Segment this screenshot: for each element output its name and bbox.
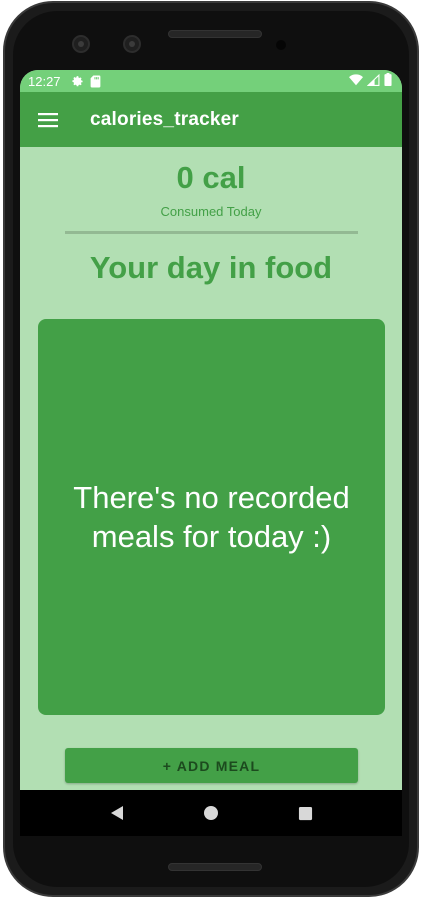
front-camera-right (123, 35, 141, 53)
divider (65, 231, 358, 234)
app-bar: calories_tracker (20, 92, 402, 147)
status-icons-right (349, 73, 392, 89)
calories-consumed-value: 0 cal (176, 160, 246, 195)
bottom-speaker (168, 863, 262, 871)
status-time: 12:27 (28, 73, 61, 89)
settings-gear-icon (71, 75, 84, 88)
app-screen: 12:27 calories_tracker 0 cal Consumed To… (20, 70, 402, 790)
add-meal-button[interactable]: + ADD MEAL (65, 748, 358, 783)
proximity-sensor (276, 40, 286, 50)
calories-consumed-label: Consumed Today (160, 204, 262, 219)
system-nav-bar (20, 790, 402, 836)
status-bar: 12:27 (20, 70, 402, 92)
recents-icon[interactable] (285, 793, 325, 833)
hamburger-menu-icon[interactable] (20, 92, 76, 147)
empty-meals-message: There's no recorded meals for today :) (73, 480, 350, 554)
section-title: Your day in food (89, 250, 333, 285)
wifi-icon (349, 73, 363, 89)
battery-icon (384, 73, 392, 89)
signal-icon (366, 73, 380, 89)
home-icon[interactable] (191, 793, 231, 833)
app-title: calories_tracker (90, 108, 239, 130)
sd-card-icon (90, 75, 101, 88)
meals-list-panel: There's no recorded meals for today :) (38, 319, 385, 715)
front-camera-left (72, 35, 90, 53)
earpiece-speaker (168, 30, 262, 38)
back-icon[interactable] (97, 793, 137, 833)
